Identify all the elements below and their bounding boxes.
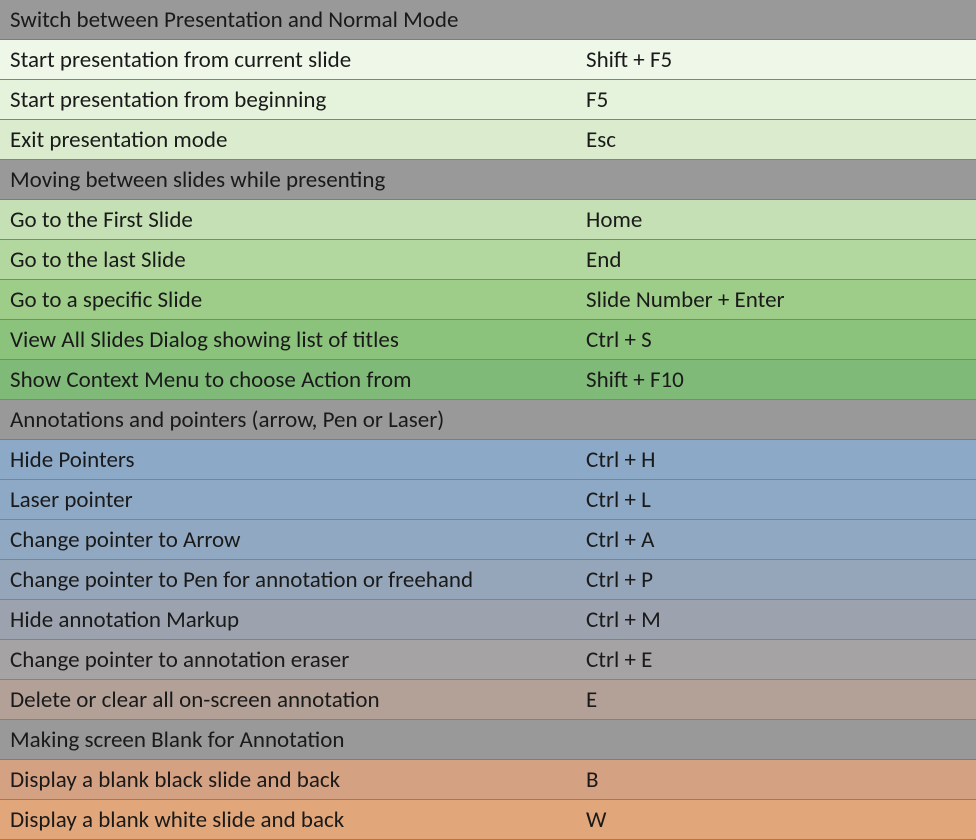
shortcut-description: Delete or clear all on-screen annotation — [0, 682, 580, 718]
shortcut-description: Hide Pointers — [0, 442, 580, 478]
shortcut-key: Ctrl + S — [580, 322, 976, 358]
table-row: View All Slides Dialog showing list of t… — [0, 320, 976, 360]
shortcut-key: E — [580, 682, 976, 718]
shortcut-key: Slide Number + Enter — [580, 282, 976, 318]
shortcut-key: Shift + F5 — [580, 42, 976, 78]
section-title: Switch between Presentation and Normal M… — [0, 2, 580, 38]
table-row: Go to the First Slide Home — [0, 200, 976, 240]
shortcut-key: End — [580, 242, 976, 278]
section-header: Switch between Presentation and Normal M… — [0, 0, 976, 40]
section-empty — [580, 176, 976, 184]
shortcut-table: Switch between Presentation and Normal M… — [0, 0, 976, 840]
section-header: Making screen Blank for Annotation — [0, 720, 976, 760]
shortcut-key: Ctrl + E — [580, 642, 976, 678]
shortcut-description: Change pointer to Arrow — [0, 522, 580, 558]
table-row: Go to a specific Slide Slide Number + En… — [0, 280, 976, 320]
shortcut-description: Hide annotation Markup — [0, 602, 580, 638]
shortcut-description: Laser pointer — [0, 482, 580, 518]
section-empty — [580, 16, 976, 24]
table-row: Hide Pointers Ctrl + H — [0, 440, 976, 480]
shortcut-description: Go to the First Slide — [0, 202, 580, 238]
shortcut-description: Display a blank white slide and back — [0, 802, 580, 838]
shortcut-description: Go to a specific Slide — [0, 282, 580, 318]
section-title: Making screen Blank for Annotation — [0, 722, 580, 758]
shortcut-key: Ctrl + M — [580, 602, 976, 638]
shortcut-key: Ctrl + L — [580, 482, 976, 518]
shortcut-description: Change pointer to Pen for annotation or … — [0, 562, 580, 598]
table-row: Exit presentation mode Esc — [0, 120, 976, 160]
table-row: Change pointer to Pen for annotation or … — [0, 560, 976, 600]
section-empty — [580, 736, 976, 744]
table-row: Delete or clear all on-screen annotation… — [0, 680, 976, 720]
section-title: Annotations and pointers (arrow, Pen or … — [0, 402, 580, 438]
shortcut-description: Go to the last Slide — [0, 242, 580, 278]
table-row: Display a blank white slide and back W — [0, 800, 976, 840]
table-row: Hide annotation Markup Ctrl + M — [0, 600, 976, 640]
section-header: Moving between slides while presenting — [0, 160, 976, 200]
shortcut-description: Start presentation from beginning — [0, 82, 580, 118]
table-row: Show Context Menu to choose Action from … — [0, 360, 976, 400]
shortcut-key: Shift + F10 — [580, 362, 976, 398]
shortcut-key: F5 — [580, 82, 976, 118]
table-row: Display a blank black slide and back B — [0, 760, 976, 800]
shortcut-description: Exit presentation mode — [0, 122, 580, 158]
shortcut-key: Ctrl + A — [580, 522, 976, 558]
shortcut-key: B — [580, 762, 976, 798]
table-row: Laser pointer Ctrl + L — [0, 480, 976, 520]
table-row: Change pointer to Arrow Ctrl + A — [0, 520, 976, 560]
shortcut-key: W — [580, 802, 976, 838]
shortcut-description: View All Slides Dialog showing list of t… — [0, 322, 580, 358]
table-row: Go to the last Slide End — [0, 240, 976, 280]
shortcut-key: Home — [580, 202, 976, 238]
section-title: Moving between slides while presenting — [0, 162, 580, 198]
table-row: Start presentation from current slide Sh… — [0, 40, 976, 80]
shortcut-key: Ctrl + P — [580, 562, 976, 598]
section-header: Annotations and pointers (arrow, Pen or … — [0, 400, 976, 440]
shortcut-key: Esc — [580, 122, 976, 158]
shortcut-key: Ctrl + H — [580, 442, 976, 478]
shortcut-description: Display a blank black slide and back — [0, 762, 580, 798]
section-empty — [580, 416, 976, 424]
shortcut-description: Show Context Menu to choose Action from — [0, 362, 580, 398]
shortcut-description: Change pointer to annotation eraser — [0, 642, 580, 678]
table-row: Start presentation from beginning F5 — [0, 80, 976, 120]
shortcut-description: Start presentation from current slide — [0, 42, 580, 78]
table-row: Change pointer to annotation eraser Ctrl… — [0, 640, 976, 680]
